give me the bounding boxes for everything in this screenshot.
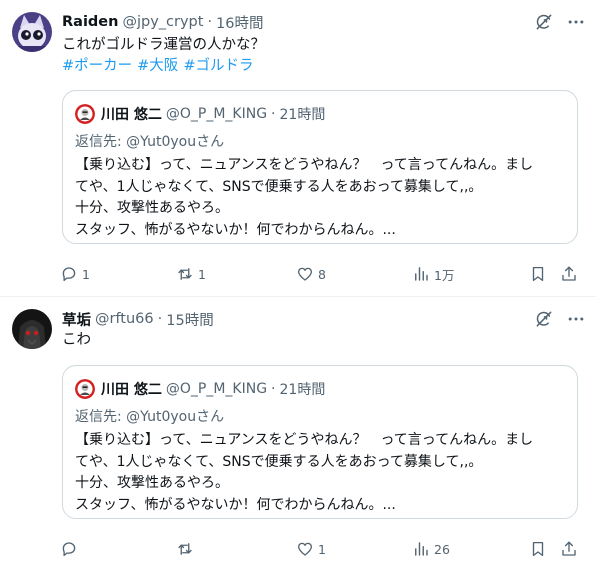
retweet-count: 1 (198, 266, 206, 282)
author-name[interactable]: Raiden (62, 14, 118, 30)
views-count: 26 (434, 541, 450, 557)
retweet-icon (178, 543, 192, 555)
separator-dot: · (207, 14, 213, 30)
timestamp[interactable]: 16時間 (216, 12, 263, 33)
quote-text-line: てや、1人じゃなくて、SNSで便乗する人をあおって募集して,,。 (75, 178, 483, 195)
bookmark-button[interactable] (529, 537, 547, 561)
reply-to-handle: @Yut0youさん (126, 409, 225, 425)
views-count: 1万 (434, 267, 455, 283)
grok-icon[interactable] (534, 12, 554, 32)
separator-dot: · (157, 311, 163, 327)
author-handle[interactable]: @rftu66 (95, 311, 154, 327)
share-icon (562, 266, 576, 281)
quote-header: 川田 悠二 @O_P_M_KING · 21時間 (75, 103, 325, 125)
quote-avatar (75, 104, 95, 124)
hashtags: #ポーカー #大阪 #ゴルドラ (62, 56, 258, 77)
reply-count: 1 (82, 266, 90, 282)
quote-text-line: スタッフ、怖がるやないか！何でわからんねん。... (75, 496, 396, 513)
share-button[interactable] (560, 262, 578, 286)
author-name[interactable]: 草垢 (62, 309, 91, 330)
quote-text: 【乗り込む】って、ニュアンスをどうやねん？ って言ってんねん。まし てや、1人じ… (75, 155, 533, 241)
action-bar: 1 1 8 1万 (56, 262, 586, 286)
views-button[interactable]: 26 (412, 537, 450, 561)
tweet[interactable]: 草垢 @rftu66 · 15時間 こわ 川田 悠二 @O_P_M_KING ·… (0, 297, 596, 575)
reply-button[interactable] (60, 537, 82, 561)
reply-button[interactable]: 1 (60, 262, 90, 286)
action-bar: 1 26 (56, 537, 586, 561)
quote-author-handle: @O_P_M_KING (165, 106, 268, 122)
tweet-header: 草垢 @rftu66 · 15時間 (62, 309, 214, 329)
like-count: 8 (318, 266, 326, 282)
quote-text-line: 十分、攻撃性あるやろ。 (75, 200, 229, 216)
quote-timestamp: 21時間 (279, 107, 326, 123)
more-icon[interactable] (566, 12, 586, 32)
hashtag-link[interactable]: #大阪 (137, 58, 178, 74)
retweet-icon (178, 268, 192, 280)
timestamp[interactable]: 15時間 (166, 309, 213, 330)
quote-text-line: 【乗り込む】って、ニュアンスをどうやねん？ って言ってんねん。まし (75, 157, 534, 173)
heart-icon (297, 267, 313, 281)
tweet-header: Raiden @jpy_crypt · 16時間 (62, 12, 264, 32)
grok-icon[interactable] (534, 309, 554, 329)
like-button[interactable]: 8 (296, 262, 326, 286)
tweet-text: これがゴルドラ運営の人かな？ (62, 37, 265, 53)
tweet-text: こわ (62, 332, 91, 348)
quote-header: 川田 悠二 @O_P_M_KING · 21時間 (75, 378, 325, 400)
quote-author-name: 川田 悠二 (101, 382, 162, 398)
reply-context: 返信先: @Yut0youさん (75, 406, 224, 426)
views-button[interactable]: 1万 (412, 262, 454, 286)
reply-icon (62, 267, 76, 282)
reply-label: 返信先: (75, 134, 122, 150)
quote-avatar (75, 379, 95, 399)
separator-dot: · (271, 381, 276, 397)
avatar[interactable] (12, 309, 52, 349)
share-button[interactable] (560, 537, 578, 561)
separator-dot: · (271, 106, 276, 122)
like-count: 1 (318, 541, 326, 557)
tweet[interactable]: Raiden @jpy_crypt · 16時間 これがゴルドラ運営の人かな？ … (0, 0, 596, 297)
quote-tweet[interactable]: 川田 悠二 @O_P_M_KING · 21時間 返信先: @Yut0youさん… (62, 365, 578, 519)
avatar[interactable] (12, 12, 52, 52)
author-handle[interactable]: @jpy_crypt (122, 14, 203, 30)
quote-text-line: 【乗り込む】って、ニュアンスをどうやねん？ って言ってんねん。まし (75, 432, 534, 448)
like-button[interactable]: 1 (296, 537, 326, 561)
retweet-button[interactable] (176, 537, 198, 561)
reply-context: 返信先: @Yut0youさん (75, 131, 224, 151)
quote-author-name: 川田 悠二 (101, 107, 162, 123)
more-icon[interactable] (566, 309, 586, 329)
retweet-button[interactable]: 1 (176, 262, 206, 286)
quote-text-line: スタッフ、怖がるやないか！何でわからんねん。... (75, 221, 396, 238)
hashtag-link[interactable]: #ゴルドラ (183, 58, 253, 74)
quote-tweet[interactable]: 川田 悠二 @O_P_M_KING · 21時間 返信先: @Yut0youさん… (62, 90, 578, 244)
quote-text-line: てや、1人じゃなくて、SNSで便乗する人をあおって募集して,,。 (75, 453, 483, 470)
bookmark-icon (532, 541, 544, 557)
quote-text: 【乗り込む】って、ニュアンスをどうやねん？ って言ってんねん。まし てや、1人じ… (75, 430, 533, 516)
quote-timestamp: 21時間 (279, 382, 326, 398)
views-icon (415, 542, 428, 556)
bookmark-icon (532, 266, 544, 282)
share-icon (562, 541, 576, 556)
reply-to-handle: @Yut0youさん (126, 134, 225, 150)
reply-icon (62, 542, 76, 557)
reply-label: 返信先: (75, 409, 122, 425)
views-icon (415, 267, 428, 281)
bookmark-button[interactable] (529, 262, 547, 286)
heart-icon (297, 542, 313, 556)
quote-author-handle: @O_P_M_KING (165, 381, 268, 397)
hashtag-link[interactable]: #ポーカー (62, 58, 132, 74)
quote-text-line: 十分、攻撃性あるやろ。 (75, 475, 229, 491)
